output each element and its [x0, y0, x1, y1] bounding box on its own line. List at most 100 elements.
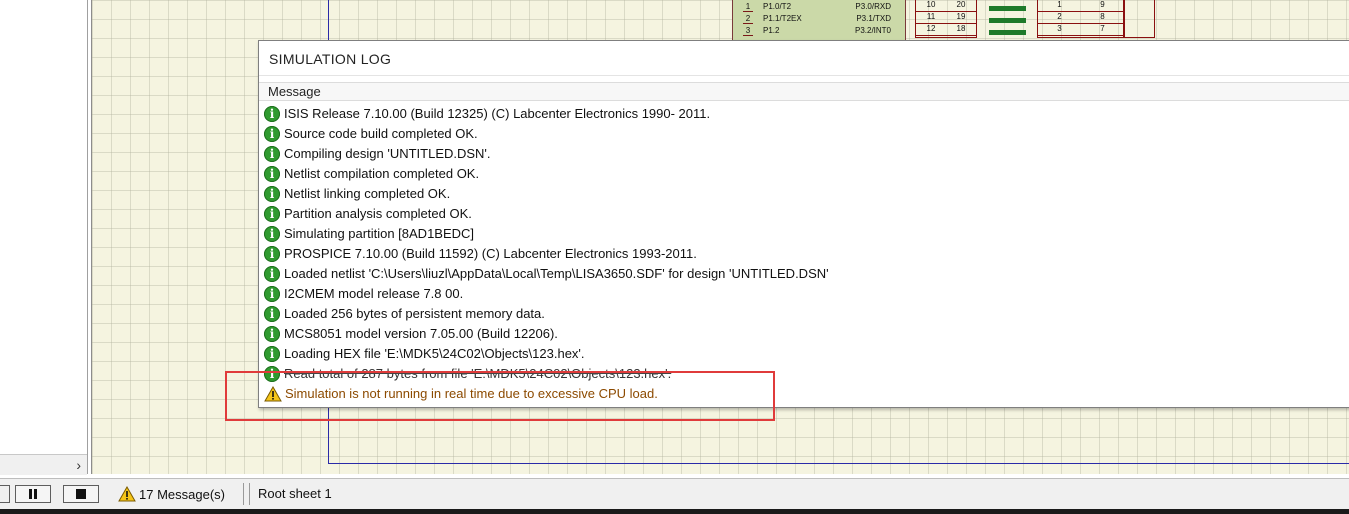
message-text: Loaded 256 bytes of persistent memory da… — [284, 306, 545, 321]
sheet-border-bottom — [328, 463, 1349, 464]
chip-pin-name-right: P3.0/RXD — [855, 2, 891, 11]
pin-box-cell: 9 — [1100, 0, 1105, 9]
root-sheet-label: Root sheet 1 — [258, 486, 332, 501]
info-message-row[interactable]: i Simulating partition [8AD1BEDC] — [259, 224, 1349, 244]
message-text: Compiling design 'UNTITLED.DSN'. — [284, 146, 491, 161]
chip-pin-row: 1 P1.0/T2 P3.0/RXD — [733, 2, 905, 13]
message-text: ISIS Release 7.10.00 (Build 12325) (C) L… — [284, 106, 711, 121]
message-text: I2CMEM model release 7.8 00. — [284, 286, 464, 301]
info-message-row[interactable]: i Loaded netlist 'C:\Users\liuzl\AppData\… — [259, 264, 1349, 284]
info-message-row[interactable]: i PROSPICE 7.10.00 (Build 11592) (C) Labc… — [259, 244, 1349, 264]
info-icon: i — [264, 266, 280, 282]
left-panel: › — [0, 0, 88, 475]
pin-box-row: 10 20 — [916, 0, 976, 12]
chip-pin-number: 1 — [743, 2, 753, 12]
info-icon: i — [264, 126, 280, 142]
pin-box-cell: 7 — [1100, 24, 1105, 33]
pin-box-row: 11 19 — [916, 12, 976, 24]
status-separator — [249, 483, 250, 505]
message-text: MCS8051 model version 7.05.00 (Build 122… — [284, 326, 558, 341]
simulation-log-window[interactable]: SIMULATION LOG Message i ISIS Release 7.1… — [258, 40, 1349, 408]
pin-box-cell: 19 — [956, 12, 966, 21]
info-message-row[interactable]: i Partition analysis completed OK. — [259, 204, 1349, 224]
info-icon: i — [264, 146, 280, 162]
pin-box-row: 12 18 — [916, 24, 976, 36]
chip-pin-number: 2 — [743, 14, 753, 24]
led-segment — [989, 6, 1026, 11]
message-text: Netlist linking completed OK. — [284, 186, 451, 201]
pin-box-row: 2 8 — [1038, 12, 1124, 24]
message-text: Source code build completed OK. — [284, 126, 478, 141]
info-message-row[interactable]: i I2CMEM model release 7.8 00. — [259, 284, 1349, 304]
pin-box-cell: 20 — [956, 0, 966, 9]
stop-icon — [76, 489, 86, 499]
pin-number-box: 10 20 11 19 12 18 — [915, 0, 977, 38]
warning-icon — [118, 486, 136, 502]
right-pin-number-box: 1 9 2 8 3 7 — [1037, 0, 1125, 38]
info-icon: i — [264, 286, 280, 302]
chip-pin-name-left: P1.0/T2 — [763, 2, 792, 11]
info-icon: i — [264, 166, 280, 182]
pin-box-row: 3 7 — [1038, 24, 1124, 36]
simulation-log-title: SIMULATION LOG — [259, 41, 1349, 76]
info-message-row[interactable]: i ISIS Release 7.10.00 (Build 12325) (C) … — [259, 104, 1349, 124]
message-text: Partition analysis completed OK. — [284, 206, 472, 221]
pin-box-cell: 8 — [1100, 12, 1105, 21]
info-icon: i — [264, 186, 280, 202]
info-icon: i — [264, 326, 280, 342]
status-separator — [243, 483, 244, 505]
led-segment — [989, 30, 1026, 35]
message-text: Loading HEX file 'E:\MDK5\24C02\Objects\… — [284, 346, 585, 361]
info-icon: i — [264, 246, 280, 262]
pause-icon — [29, 489, 37, 499]
info-icon: i — [264, 346, 280, 362]
mcu-chip[interactable]: 1 P1.0/T2 P3.0/RXD 2 P1.1/T2EX P3.1/TXD … — [732, 0, 906, 41]
chip-pin-name-left: P1.1/T2EX — [763, 14, 802, 23]
message-column-header[interactable]: Message — [259, 82, 1349, 101]
scroll-right-arrow-icon[interactable]: › — [76, 455, 81, 475]
message-list[interactable]: i ISIS Release 7.10.00 (Build 12325) (C) … — [259, 101, 1349, 404]
chip-pin-name-right: P3.1/TXD — [856, 14, 891, 23]
taskbar-edge — [0, 509, 1349, 514]
pause-button[interactable] — [15, 485, 51, 503]
message-text: Simulating partition [8AD1BEDC] — [284, 226, 475, 241]
component-box[interactable] — [1123, 0, 1155, 38]
chip-pin-name-left: P1.2 — [763, 26, 780, 35]
info-message-row[interactable]: i Netlist compilation completed OK. — [259, 164, 1349, 184]
stop-button[interactable] — [63, 485, 99, 503]
pin-box-row: 1 9 — [1038, 0, 1124, 12]
info-icon: i — [264, 106, 280, 122]
warning-icon — [264, 386, 282, 402]
info-message-row[interactable]: i MCS8051 model version 7.05.00 (Build 12… — [259, 324, 1349, 344]
pin-box-cell: 3 — [1057, 24, 1062, 33]
message-text: Simulation is not running in real time d… — [285, 386, 658, 401]
pin-box-cell: 11 — [926, 12, 936, 21]
message-text: Read total of 287 bytes from file 'E:\MD… — [284, 366, 672, 381]
info-icon: i — [264, 306, 280, 322]
left-panel-scrollbar[interactable]: › — [0, 454, 87, 475]
message-text: Loaded netlist 'C:\Users\liuzl\AppData\L… — [284, 266, 829, 281]
play-button[interactable] — [0, 485, 10, 503]
messages-button[interactable]: 17 Message(s) — [115, 484, 230, 504]
info-message-row[interactable]: i Source code build completed OK. — [259, 124, 1349, 144]
pin-box-cell: 18 — [956, 24, 966, 33]
chip-pin-row: 3 P1.2 P3.2/INT0 — [733, 26, 905, 37]
chip-pin-row: 2 P1.1/T2EX P3.1/TXD — [733, 14, 905, 25]
message-text: PROSPICE 7.10.00 (Build 11592) (C) Labce… — [284, 246, 697, 261]
led-segment — [989, 18, 1026, 23]
info-message-row[interactable]: i Loaded 256 bytes of persistent memory d… — [259, 304, 1349, 324]
pin-box-cell: 2 — [1057, 12, 1062, 21]
info-message-row[interactable]: i Netlist linking completed OK. — [259, 184, 1349, 204]
info-icon: i — [264, 206, 280, 222]
chip-pin-name-right: P3.2/INT0 — [854, 26, 891, 35]
status-bar: 17 Message(s) Root sheet 1 — [0, 478, 1349, 510]
warning-message-row[interactable]: Simulation is not running in real time d… — [259, 384, 1349, 404]
info-message-row[interactable]: i Read total of 287 bytes from file 'E:\M… — [259, 364, 1349, 384]
pin-box-cell: 1 — [1057, 0, 1062, 9]
info-icon: i — [264, 366, 280, 382]
info-message-row[interactable]: i Compiling design 'UNTITLED.DSN'. — [259, 144, 1349, 164]
info-message-row[interactable]: i Loading HEX file 'E:\MDK5\24C02\Objects… — [259, 344, 1349, 364]
pin-box-cell: 12 — [926, 24, 936, 33]
pin-box-cell: 10 — [926, 0, 936, 9]
message-text: Netlist compilation completed OK. — [284, 166, 480, 181]
